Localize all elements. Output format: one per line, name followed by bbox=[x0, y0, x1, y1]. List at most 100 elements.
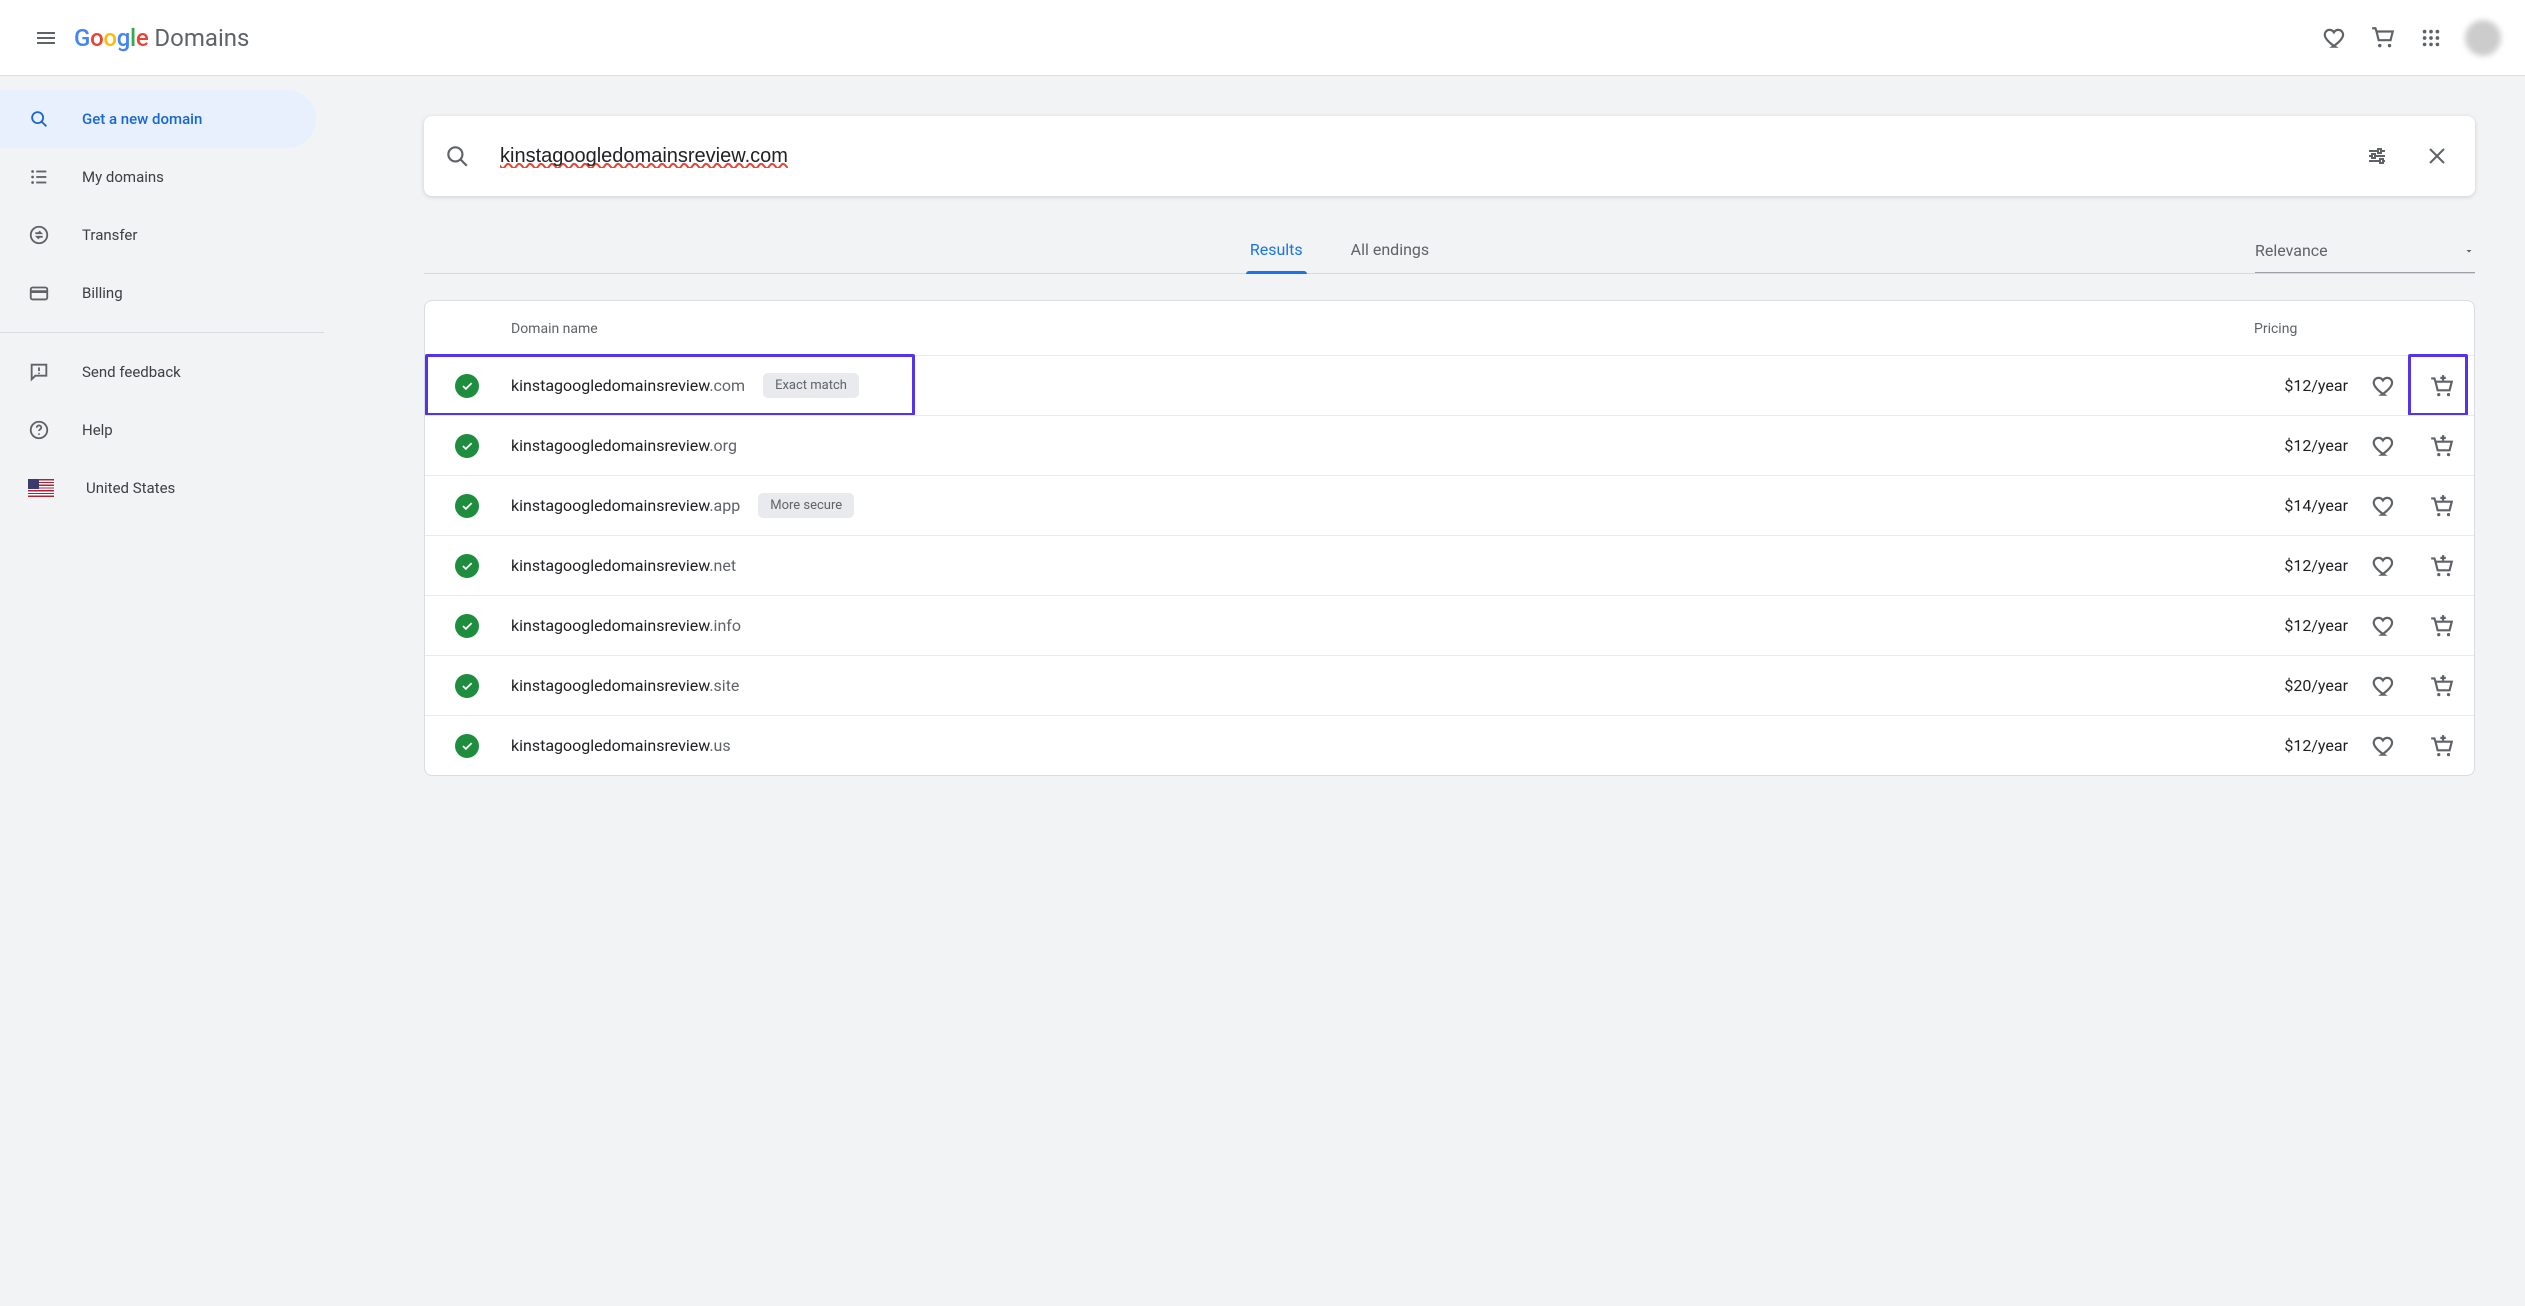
column-domain-name: Domain name bbox=[511, 321, 2254, 337]
add-cart-icon bbox=[2429, 433, 2455, 459]
tab-results[interactable]: Results bbox=[1246, 240, 1307, 273]
nav-label: Transfer bbox=[82, 226, 137, 244]
domain-name: kinstagoogledomainsreview.org bbox=[511, 436, 737, 455]
favorite-domain-button[interactable] bbox=[2366, 428, 2402, 464]
domain-price: $14/year bbox=[2246, 496, 2366, 515]
account-avatar[interactable] bbox=[2465, 20, 2501, 56]
heart-icon bbox=[2371, 613, 2397, 639]
results-toolbar: Results All endings Relevance bbox=[424, 240, 2475, 274]
favorite-domain-button[interactable] bbox=[2366, 488, 2402, 524]
nav-transfer[interactable]: Transfer bbox=[0, 206, 316, 264]
domain-price: $12/year bbox=[2246, 556, 2366, 575]
list-icon bbox=[28, 166, 50, 188]
domain-search-input[interactable] bbox=[498, 144, 2331, 169]
favorites-button[interactable] bbox=[2311, 14, 2359, 62]
domain-price: $12/year bbox=[2246, 736, 2366, 755]
available-check-icon bbox=[455, 674, 479, 698]
nav-label: My domains bbox=[82, 168, 164, 186]
add-cart-icon bbox=[2429, 613, 2455, 639]
feedback-icon bbox=[28, 361, 50, 383]
logo-google-text: Google bbox=[74, 24, 148, 52]
add-cart-icon bbox=[2429, 493, 2455, 519]
favorite-domain-button[interactable] bbox=[2366, 728, 2402, 764]
nav-country[interactable]: United States bbox=[0, 459, 316, 517]
favorite-domain-button[interactable] bbox=[2366, 548, 2402, 584]
domain-price: $12/year bbox=[2246, 436, 2366, 455]
nav-send-feedback[interactable]: Send feedback bbox=[0, 343, 316, 401]
available-check-icon bbox=[455, 734, 479, 758]
main-content: Results All endings Relevance Domain nam… bbox=[324, 76, 2525, 1306]
caret-down-icon bbox=[2463, 245, 2475, 257]
hamburger-icon bbox=[34, 26, 58, 50]
favorite-domain-button[interactable] bbox=[2366, 368, 2402, 404]
domain-price: $12/year bbox=[2246, 616, 2366, 635]
result-row[interactable]: kinstagoogledomainsreview.net $12/year bbox=[425, 535, 2474, 595]
domain-name: kinstagoogledomainsreview.us bbox=[511, 736, 731, 755]
available-check-icon bbox=[455, 374, 479, 398]
results-header: Domain name Pricing bbox=[425, 301, 2474, 355]
result-row[interactable]: kinstagoogledomainsreview.org $12/year bbox=[425, 415, 2474, 475]
add-cart-icon bbox=[2429, 673, 2455, 699]
apps-button[interactable] bbox=[2407, 14, 2455, 62]
favorite-domain-button[interactable] bbox=[2366, 668, 2402, 704]
sliders-icon bbox=[2365, 144, 2389, 168]
cart-icon bbox=[2370, 25, 2396, 51]
transfer-icon bbox=[28, 224, 50, 246]
nav-label: United States bbox=[86, 479, 175, 497]
nav-get-new-domain[interactable]: Get a new domain bbox=[0, 90, 316, 148]
domain-name: kinstagoogledomainsreview.app bbox=[511, 496, 740, 515]
results-panel: Domain name Pricing kinstagoogledomainsr… bbox=[424, 300, 2475, 776]
logo-product-text: Domains bbox=[154, 24, 249, 52]
heart-icon bbox=[2371, 433, 2397, 459]
heart-icon bbox=[2322, 25, 2348, 51]
add-to-cart-button[interactable] bbox=[2424, 488, 2460, 524]
sort-dropdown[interactable]: Relevance bbox=[2255, 241, 2475, 273]
nav-label: Help bbox=[82, 421, 113, 439]
menu-button[interactable] bbox=[24, 16, 68, 60]
apps-grid-icon bbox=[2420, 27, 2442, 49]
heart-icon bbox=[2371, 373, 2397, 399]
nav-help[interactable]: Help bbox=[0, 401, 316, 459]
logo[interactable]: Google Domains bbox=[74, 24, 249, 52]
domain-search-box bbox=[424, 116, 2475, 196]
sidebar: Get a new domain My domains Transfer Bil… bbox=[0, 76, 324, 1306]
result-row[interactable]: kinstagoogledomainsreview.us $12/year bbox=[425, 715, 2474, 775]
available-check-icon bbox=[455, 554, 479, 578]
close-icon bbox=[2425, 144, 2449, 168]
add-cart-icon bbox=[2429, 733, 2455, 759]
add-cart-icon bbox=[2429, 553, 2455, 579]
available-check-icon bbox=[455, 434, 479, 458]
favorite-domain-button[interactable] bbox=[2366, 608, 2402, 644]
heart-icon bbox=[2371, 733, 2397, 759]
search-icon bbox=[28, 108, 50, 130]
domain-badge: More secure bbox=[758, 493, 854, 518]
domain-name: kinstagoogledomainsreview.com bbox=[511, 376, 745, 395]
nav-label: Get a new domain bbox=[82, 110, 202, 128]
nav-my-domains[interactable]: My domains bbox=[0, 148, 316, 206]
available-check-icon bbox=[455, 614, 479, 638]
add-to-cart-button[interactable] bbox=[2424, 608, 2460, 644]
heart-icon bbox=[2371, 673, 2397, 699]
nav-billing[interactable]: Billing bbox=[0, 264, 316, 322]
domain-name: kinstagoogledomainsreview.site bbox=[511, 676, 739, 695]
clear-search-button[interactable] bbox=[2419, 138, 2455, 174]
domain-name: kinstagoogledomainsreview.net bbox=[511, 556, 736, 575]
search-filters-button[interactable] bbox=[2359, 138, 2395, 174]
add-to-cart-button[interactable] bbox=[2424, 368, 2460, 404]
heart-icon bbox=[2371, 493, 2397, 519]
cart-button[interactable] bbox=[2359, 14, 2407, 62]
add-to-cart-button[interactable] bbox=[2424, 668, 2460, 704]
result-row[interactable]: kinstagoogledomainsreview.site $20/year bbox=[425, 655, 2474, 715]
add-to-cart-button[interactable] bbox=[2424, 548, 2460, 584]
card-icon bbox=[28, 282, 50, 304]
heart-icon bbox=[2371, 553, 2397, 579]
tab-all-endings[interactable]: All endings bbox=[1347, 240, 1434, 273]
add-cart-icon bbox=[2429, 373, 2455, 399]
result-row[interactable]: kinstagoogledomainsreview.com Exact matc… bbox=[425, 355, 2474, 415]
result-row[interactable]: kinstagoogledomainsreview.info $12/year bbox=[425, 595, 2474, 655]
domain-name: kinstagoogledomainsreview.info bbox=[511, 616, 741, 635]
available-check-icon bbox=[455, 494, 479, 518]
add-to-cart-button[interactable] bbox=[2424, 428, 2460, 464]
add-to-cart-button[interactable] bbox=[2424, 728, 2460, 764]
result-row[interactable]: kinstagoogledomainsreview.app More secur… bbox=[425, 475, 2474, 535]
